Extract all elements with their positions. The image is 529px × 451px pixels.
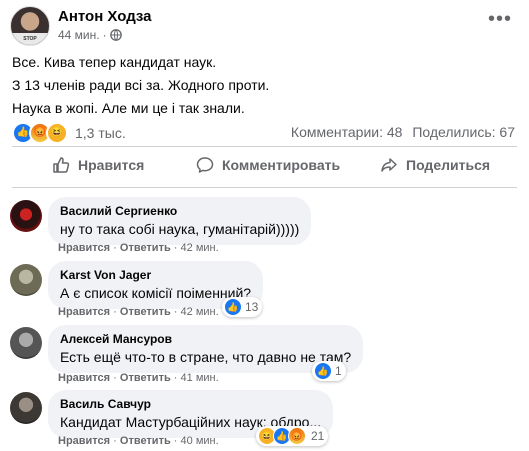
comment-button-label: Комментировать xyxy=(222,157,341,173)
commenter-name[interactable]: Василь Савчур xyxy=(60,397,321,411)
angry-reaction-icon: 😡 xyxy=(288,427,306,445)
divider xyxy=(12,187,517,188)
post-time[interactable]: 44 мин. xyxy=(58,28,100,42)
commenter-avatar[interactable] xyxy=(10,392,42,424)
comment-reactions[interactable]: 👍 1 xyxy=(312,361,346,381)
comment-bubble: Василий Сергиенко ну то така собі наука,… xyxy=(48,197,312,245)
post-author-name[interactable]: Антон Ходза xyxy=(58,8,152,25)
avatar-caption: STOP TRANSPORT xyxy=(11,33,49,45)
like-button-label: Нравится xyxy=(78,157,145,173)
commenter-name[interactable]: Василий Сергиенко xyxy=(60,204,299,218)
post-meta: 44 мин. · xyxy=(58,28,122,42)
comment-actions: Нравится · Ответить · 40 мин. xyxy=(58,435,219,447)
comment-text: Есть ещё что-то в стране, что давно не т… xyxy=(60,349,352,365)
divider xyxy=(12,146,517,147)
commenter-avatar[interactable] xyxy=(10,264,42,296)
comment-reaction-count: 1 xyxy=(335,364,342,378)
comment-time[interactable]: 41 мин. xyxy=(181,372,219,384)
comment-time[interactable]: 42 мин. xyxy=(181,242,219,254)
comment-reply-link[interactable]: Ответить xyxy=(120,372,171,384)
share-icon xyxy=(381,158,397,172)
share-button[interactable]: Поделиться xyxy=(380,156,490,174)
commenter-name[interactable]: Karst Von Jager xyxy=(60,268,251,282)
comment-reaction-count: 13 xyxy=(245,300,259,314)
comments-count[interactable]: Комментарии: 48 xyxy=(291,124,403,140)
comment-reactions[interactable]: 👍 13 xyxy=(222,297,263,317)
post-text-line-3: Наука в жопі. Але ми це і так знали. xyxy=(12,100,245,116)
like-reaction-icon: 👍 xyxy=(224,298,242,316)
commenter-name[interactable]: Алексей Мансуров xyxy=(60,332,351,346)
shares-count[interactable]: Поделились: 67 xyxy=(412,124,515,140)
comment-time[interactable]: 40 мин. xyxy=(181,435,219,447)
comment-reply-link[interactable]: Ответить xyxy=(120,306,171,318)
comment-text: ну то така собі наука, гуманітарій))))) xyxy=(60,221,300,237)
more-options-icon[interactable]: ••• xyxy=(484,9,516,34)
thumbs-up-icon xyxy=(53,157,70,173)
post-stats: Комментарии: 48 Поделились: 67 xyxy=(285,124,515,140)
comment-reply-link[interactable]: Ответить xyxy=(120,435,171,447)
separator: · xyxy=(102,28,107,42)
comment-actions: Нравится · Ответить · 42 мин. xyxy=(58,306,219,318)
post-text-line-2: З 13 членів ради всі за. Жодного проти. xyxy=(12,77,270,93)
post-text-line-1: Все. Кива тепер кандидат наук. xyxy=(12,54,217,70)
comment-reactions[interactable]: 😆 👍 😡 21 xyxy=(256,426,329,446)
commenter-avatar[interactable] xyxy=(10,200,42,232)
share-button-label: Поделиться xyxy=(406,157,491,173)
comment-text: А є список комісії поіменний? xyxy=(60,285,252,301)
author-avatar[interactable]: STOP TRANSPORT xyxy=(10,6,50,46)
comment-time[interactable]: 42 мин. xyxy=(181,306,219,318)
haha-reaction-icon: 😆 xyxy=(46,122,68,144)
comment-button[interactable]: Комментировать xyxy=(196,156,340,174)
comment-like-link[interactable]: Нравится xyxy=(58,242,110,254)
comment-icon xyxy=(196,157,214,173)
commenter-avatar[interactable] xyxy=(10,327,42,359)
comment-reaction-count: 21 xyxy=(311,429,325,443)
globe-icon xyxy=(109,29,122,41)
like-button[interactable]: Нравится xyxy=(52,156,144,174)
reactions-summary[interactable]: 👍 😡 😆 1,3 тыс. xyxy=(12,122,126,144)
comment-actions: Нравится · Ответить · 42 мин. xyxy=(58,242,219,254)
comment-like-link[interactable]: Нравится xyxy=(58,435,110,447)
comment-reply-link[interactable]: Ответить xyxy=(120,242,171,254)
reactions-count[interactable]: 1,3 тыс. xyxy=(75,125,126,141)
comment-actions: Нравится · Ответить · 41 мин. xyxy=(58,372,219,384)
comment-like-link[interactable]: Нравится xyxy=(58,306,110,318)
comment-like-link[interactable]: Нравится xyxy=(58,372,110,384)
like-reaction-icon: 👍 xyxy=(314,362,332,380)
